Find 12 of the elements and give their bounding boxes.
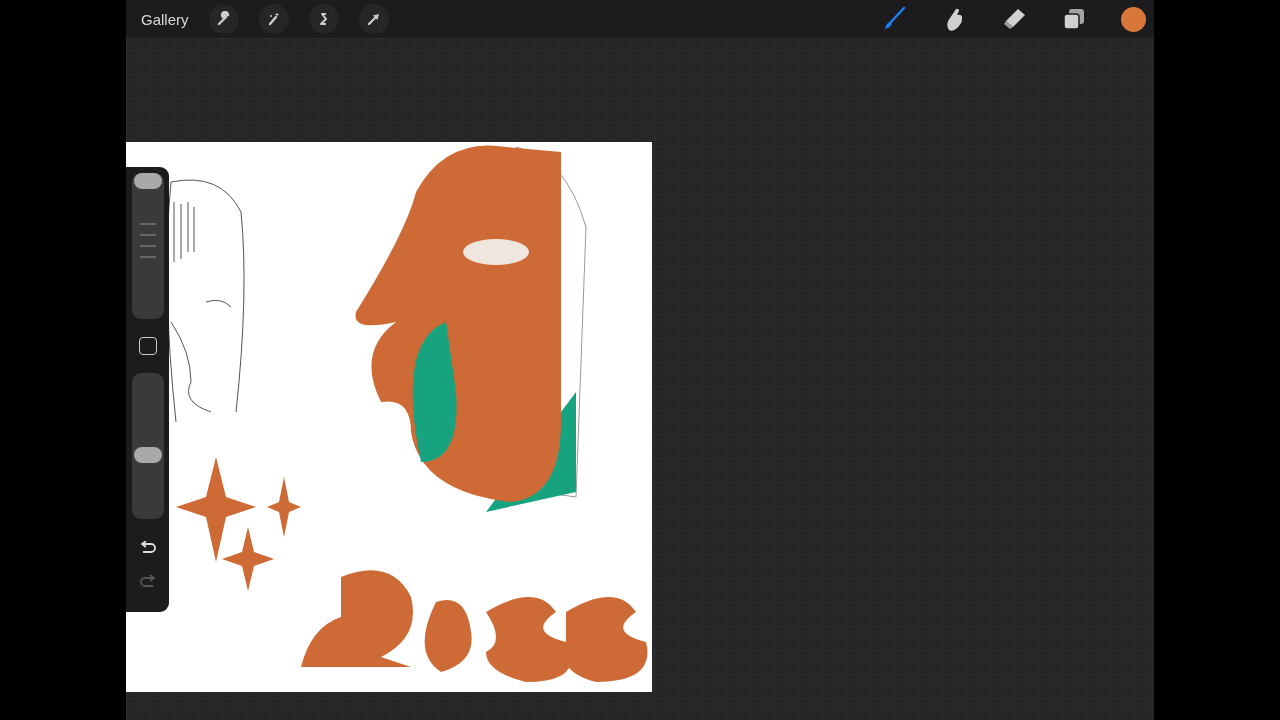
slider-thumb[interactable]: [133, 447, 162, 464]
gallery-button[interactable]: Gallery: [141, 10, 189, 28]
eraser-icon[interactable]: [1001, 6, 1027, 32]
layers-icon[interactable]: [1061, 6, 1087, 32]
opacity-slider[interactable]: [131, 373, 164, 519]
square-icon[interactable]: [138, 337, 157, 355]
magic-wand-icon[interactable]: [258, 4, 289, 34]
color-picker[interactable]: [1121, 6, 1146, 32]
brush-size-slider[interactable]: [131, 173, 164, 319]
selection-icon[interactable]: [308, 4, 339, 34]
slider-thumb[interactable]: [133, 173, 162, 189]
undo-icon[interactable]: [138, 541, 157, 555]
